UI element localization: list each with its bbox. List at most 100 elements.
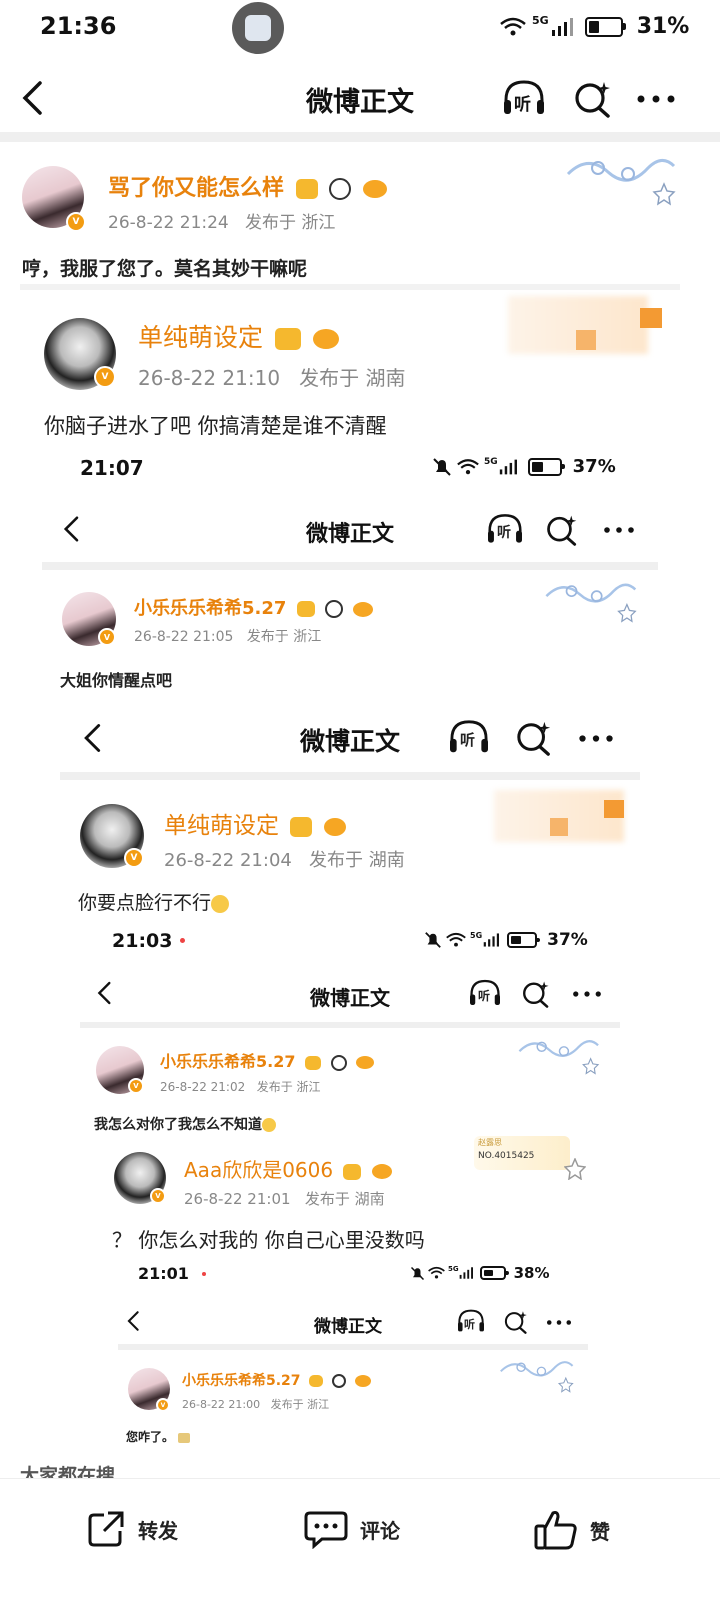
wifi-icon <box>457 458 479 474</box>
l6-location: 发布于 浙江 <box>270 1398 330 1411</box>
l6-meta: 26-8-22 21:00 发布于 浙江 <box>182 1396 329 1412</box>
emoji-icon <box>211 894 230 913</box>
comment-button[interactable]: 评论 <box>304 1509 400 1549</box>
l6-author-name-text: 小乐乐乐希希5.27 <box>182 1373 301 1389</box>
l5-status-time: 21:01 <box>138 1264 189 1283</box>
floating-avatar-bubble[interactable] <box>232 2 284 54</box>
more-icon[interactable] <box>636 94 676 104</box>
listen-button[interactable]: 听 <box>486 512 524 546</box>
ribbon-decoration-icon <box>500 1361 574 1393</box>
l3-meta: 26-8-22 21:04 发布于 湖南 <box>164 846 405 872</box>
listen-button[interactable]: 听 <box>448 718 490 756</box>
listen-button[interactable]: 听 <box>468 978 502 1008</box>
like-button[interactable]: 赞 <box>534 1509 610 1551</box>
l5-author-name[interactable]: Aaa欣欣是0606 <box>184 1154 392 1183</box>
listen-label: 听 <box>478 989 491 1003</box>
ribbon-decoration-icon <box>545 583 637 623</box>
listen-button[interactable]: 听 <box>502 78 546 118</box>
l6-author-name[interactable]: 小乐乐乐希希5.27 <box>182 1370 372 1390</box>
l4-text-content: 我怎么对你了我怎么不知道 <box>94 1117 262 1133</box>
repost-button[interactable]: 转发 <box>86 1509 178 1549</box>
network-type: 5G <box>484 456 498 467</box>
fish-icon <box>356 1056 375 1069</box>
l4-meta: 26-8-22 21:02 发布于 浙江 <box>160 1078 321 1095</box>
l1-author-name-text: 单纯萌设定 <box>138 323 264 352</box>
crown-icon <box>296 601 315 617</box>
l5-text: ？ 你怎么对我的 你自己心里没数吗 <box>112 1228 425 1252</box>
network-type: 5G <box>532 14 549 27</box>
l4-author-name[interactable]: 小乐乐乐希希5.27 <box>160 1048 375 1072</box>
crown-icon <box>290 816 313 837</box>
fish-icon <box>323 817 346 836</box>
crown-icon <box>274 328 301 350</box>
l1-badge-block <box>576 330 596 350</box>
l3-text-content: 你要点脸行不行 <box>78 892 212 914</box>
l3-location: 发布于 湖南 <box>309 850 405 871</box>
panda-icon <box>330 1054 347 1071</box>
l2-author-name-text: 小乐乐乐希希5.27 <box>134 598 287 619</box>
post-meta: 26-8-22 21:24 发布于 浙江 <box>108 208 335 233</box>
wifi-icon <box>500 17 526 35</box>
fish-icon <box>312 329 339 349</box>
l1-header-title: 微博正文 <box>305 522 394 547</box>
fish-icon <box>353 601 374 617</box>
l5-author-name-text: Aaa欣欣是0606 <box>184 1158 334 1182</box>
l5-location: 发布于 湖南 <box>304 1190 385 1208</box>
l6-date: 26-8-22 21:00 <box>182 1398 261 1411</box>
search-sparkle-icon[interactable] <box>546 514 578 546</box>
l5-verified-badge-icon: V <box>150 1188 166 1204</box>
l3-verified-badge-icon: V <box>124 848 144 868</box>
more-icon[interactable] <box>578 734 614 743</box>
battery-icon <box>584 16 626 37</box>
post-date: 26-8-22 21:24 <box>108 213 229 233</box>
repost-icon <box>88 1511 124 1547</box>
wifi-icon <box>428 1266 445 1279</box>
l1-text: 你脑子进水了吧 你搞清楚是谁不清醒 <box>44 414 387 438</box>
search-sparkle-icon[interactable] <box>522 980 550 1008</box>
l5-battery-percent: 38% <box>513 1264 550 1282</box>
more-icon[interactable] <box>602 526 636 534</box>
signal-icon <box>459 1267 473 1279</box>
mute-bell-icon <box>433 457 451 476</box>
header-separator <box>0 132 720 142</box>
l3-battery-percent: 37% <box>547 930 588 950</box>
bottom-action-bar: 转发 评论 赞 <box>0 1478 720 1612</box>
l5-header-title: 微博正文 <box>314 1317 382 1337</box>
more-icon[interactable] <box>546 1319 572 1326</box>
battery-icon <box>479 1266 509 1280</box>
notification-dot-icon <box>180 938 185 943</box>
l3-badge-block <box>550 818 568 836</box>
search-sparkle-icon[interactable] <box>574 80 612 118</box>
emoji-icon <box>178 1432 191 1443</box>
crown-icon <box>343 1163 362 1180</box>
l2-author-name[interactable]: 小乐乐乐希希5.27 <box>134 594 374 620</box>
signal-icon <box>551 17 573 36</box>
l5-date: 26-8-22 21:01 <box>184 1190 291 1208</box>
l4-date: 26-8-22 21:02 <box>160 1080 246 1094</box>
ribbon-decoration-icon <box>518 1040 600 1075</box>
top-header: 微博正文 听 <box>0 66 720 130</box>
emoji-icon <box>262 1118 276 1132</box>
l2-location: 发布于 浙江 <box>246 629 322 645</box>
l3-author-name[interactable]: 单纯萌设定 <box>164 806 346 840</box>
search-sparkle-icon[interactable] <box>504 1310 528 1334</box>
mute-bell-icon <box>410 1266 425 1280</box>
l4-text: 我怎么对你了我怎么不知道 <box>94 1114 276 1134</box>
comment-icon <box>304 1511 348 1549</box>
more-icon[interactable] <box>572 990 602 998</box>
l3-status-time: 21:03 <box>112 930 173 952</box>
mute-bell-icon <box>425 932 441 948</box>
l2-meta: 26-8-22 21:05 发布于 浙江 <box>134 626 321 646</box>
panda-icon <box>332 1374 347 1388</box>
signal-icon <box>483 933 500 947</box>
l6-text: 您咋了。 <box>126 1428 191 1445</box>
search-sparkle-icon[interactable] <box>516 720 552 756</box>
post-author-name[interactable]: 骂了你又能怎么样 <box>108 170 388 202</box>
listen-label: 听 <box>497 525 511 541</box>
l1-author-name[interactable]: 单纯萌设定 <box>138 318 339 354</box>
l1-location: 发布于 湖南 <box>299 366 406 390</box>
listen-button[interactable]: 听 <box>456 1308 486 1334</box>
l1-date: 26-8-22 21:10 <box>138 366 281 390</box>
l1-status-icons: 5G 37% <box>432 456 616 477</box>
panda-icon <box>324 600 343 618</box>
